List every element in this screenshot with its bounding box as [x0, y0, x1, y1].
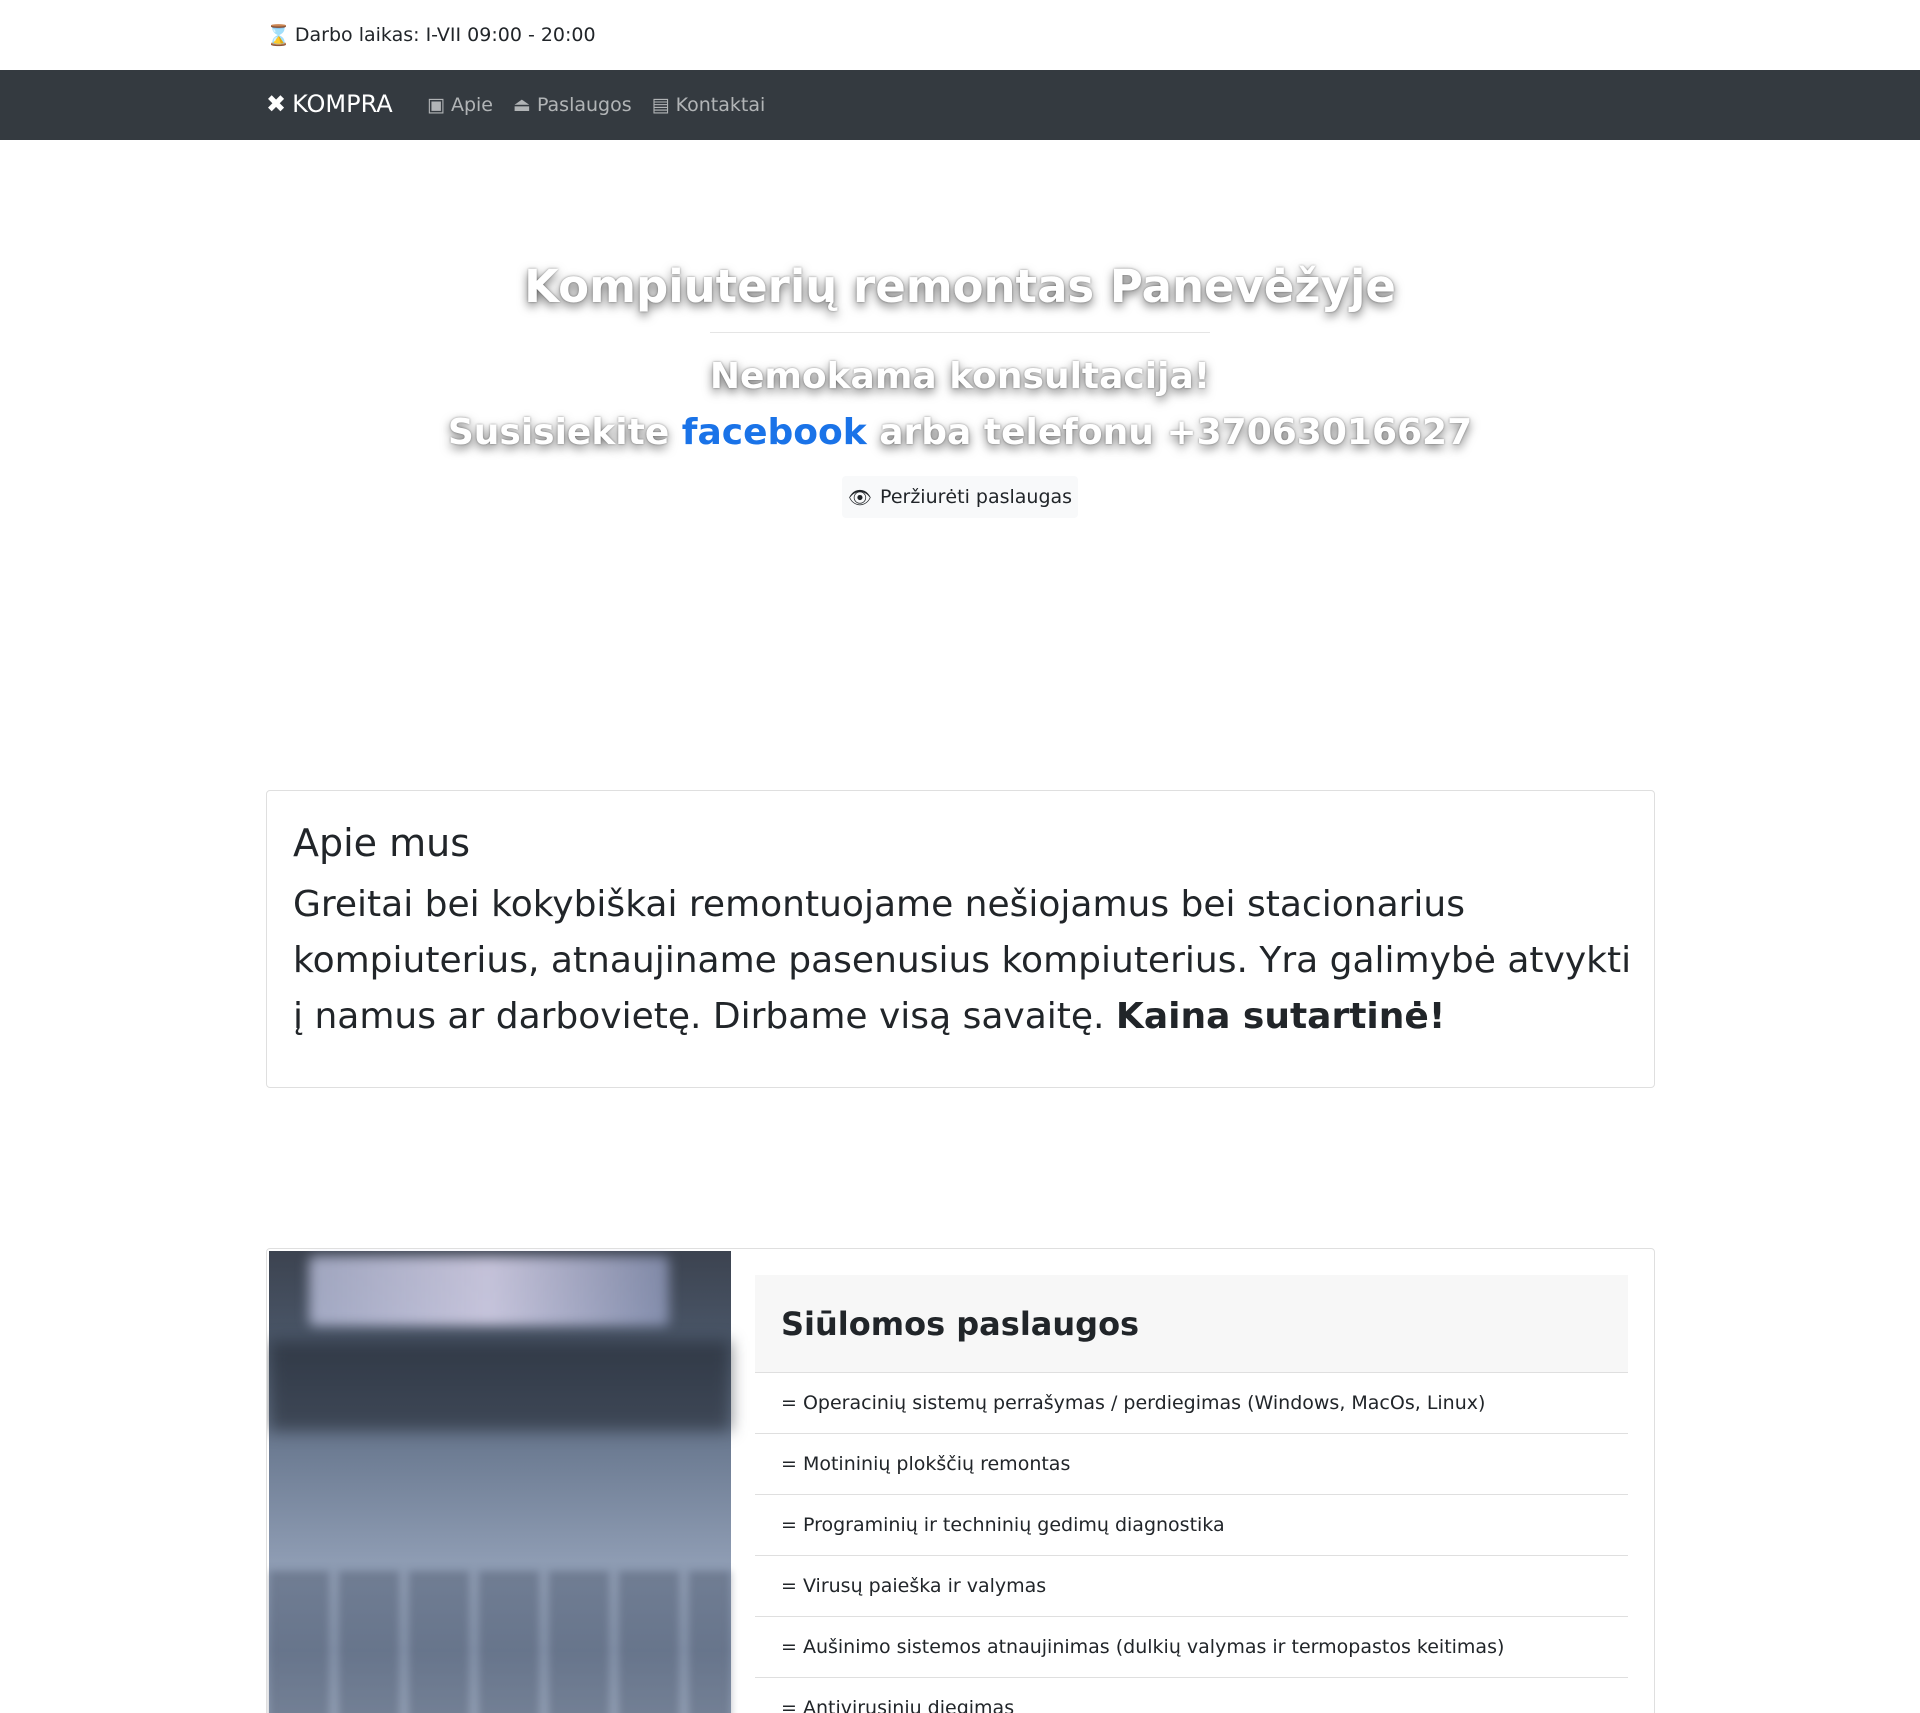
list-item: = Programinių ir techninių gedimų diagno…: [755, 1495, 1628, 1556]
services-card: Siūlomos paslaugos = Operacinių sistemų …: [266, 1248, 1655, 1713]
services-panel: Siūlomos paslaugos = Operacinių sistemų …: [755, 1275, 1628, 1713]
about-title: Apie mus: [293, 821, 471, 865]
facebook-link[interactable]: facebook: [682, 412, 867, 453]
list-item: = Virusų paieška ir valymas: [755, 1556, 1628, 1617]
about-text: Greitai bei kokybiškai remontuojame neši…: [293, 877, 1633, 1045]
brand-link[interactable]: ✖ KOMPRA: [266, 90, 393, 118]
top-info-bar: ⌛ Darbo laikas: I-VII 09:00 - 20:00: [0, 0, 1920, 70]
hourglass-icon: ⌛: [266, 23, 291, 47]
view-services-button[interactable]: 👁 Peržiurėti paslaugas: [842, 476, 1078, 518]
view-services-label: Peržiurėti paslaugas: [880, 486, 1073, 508]
list-item: = Antivirusinių diegimas: [755, 1678, 1628, 1713]
about-card: Apie mus Greitai bei kokybiškai remontuo…: [266, 790, 1655, 1088]
nav-item-paslaugos[interactable]: ⏏ Paslaugos: [513, 94, 632, 116]
nav-item-apie[interactable]: ▣ Apie: [427, 94, 493, 116]
service-bell-icon: ⏏: [512, 94, 531, 116]
contact-suffix: arba telefonu +37063016627: [879, 412, 1473, 453]
nav-item-label: Paslaugos: [536, 94, 632, 116]
brand-label: KOMPRA: [292, 90, 393, 118]
hero-subtitle: Nemokama konsultacija!: [709, 356, 1211, 397]
eye-icon: 👁: [847, 486, 873, 509]
hero-title: Kompiuterių remontas Panevėžyje: [524, 260, 1396, 313]
list-item: = Motininių plokščių remontas: [755, 1434, 1628, 1495]
hero-section: Kompiuterių remontas Panevėžyje Nemokama…: [0, 140, 1920, 760]
list-item: = Operacinių sistemų perrašymas / perdie…: [755, 1373, 1628, 1434]
nav-item-kontaktai[interactable]: ▤ Kontaktai: [652, 94, 766, 116]
hero-divider: [710, 332, 1210, 333]
working-hours-text: Darbo laikas: I-VII 09:00 - 20:00: [294, 24, 596, 46]
keyboard-photo: [269, 1251, 731, 1713]
services-header: Siūlomos paslaugos: [755, 1275, 1628, 1373]
id-card-icon: ▣: [427, 94, 445, 116]
nav-item-label: Apie: [450, 94, 493, 116]
contact-prefix: Susisiekite: [447, 412, 670, 453]
services-title: Siūlomos paslaugos: [781, 1304, 1140, 1343]
nav-links: ▣ Apie ⏏ Paslaugos ▤ Kontaktai: [427, 94, 765, 116]
list-item: = Aušinimo sistemos atnaujinimas (dulkių…: [755, 1617, 1628, 1678]
nav-item-label: Kontaktai: [675, 94, 766, 116]
navbar: ✖ KOMPRA ▣ Apie ⏏ Paslaugos ▤ Kontaktai: [0, 70, 1920, 140]
working-hours: ⌛ Darbo laikas: I-VII 09:00 - 20:00: [266, 24, 596, 46]
tools-icon: ✖: [266, 90, 287, 118]
about-price-note: Kaina sutartinė!: [1115, 996, 1446, 1037]
hero-contact-line: Susisiekite facebook arba telefonu +3706…: [0, 412, 1920, 453]
address-book-icon: ▤: [651, 94, 670, 116]
